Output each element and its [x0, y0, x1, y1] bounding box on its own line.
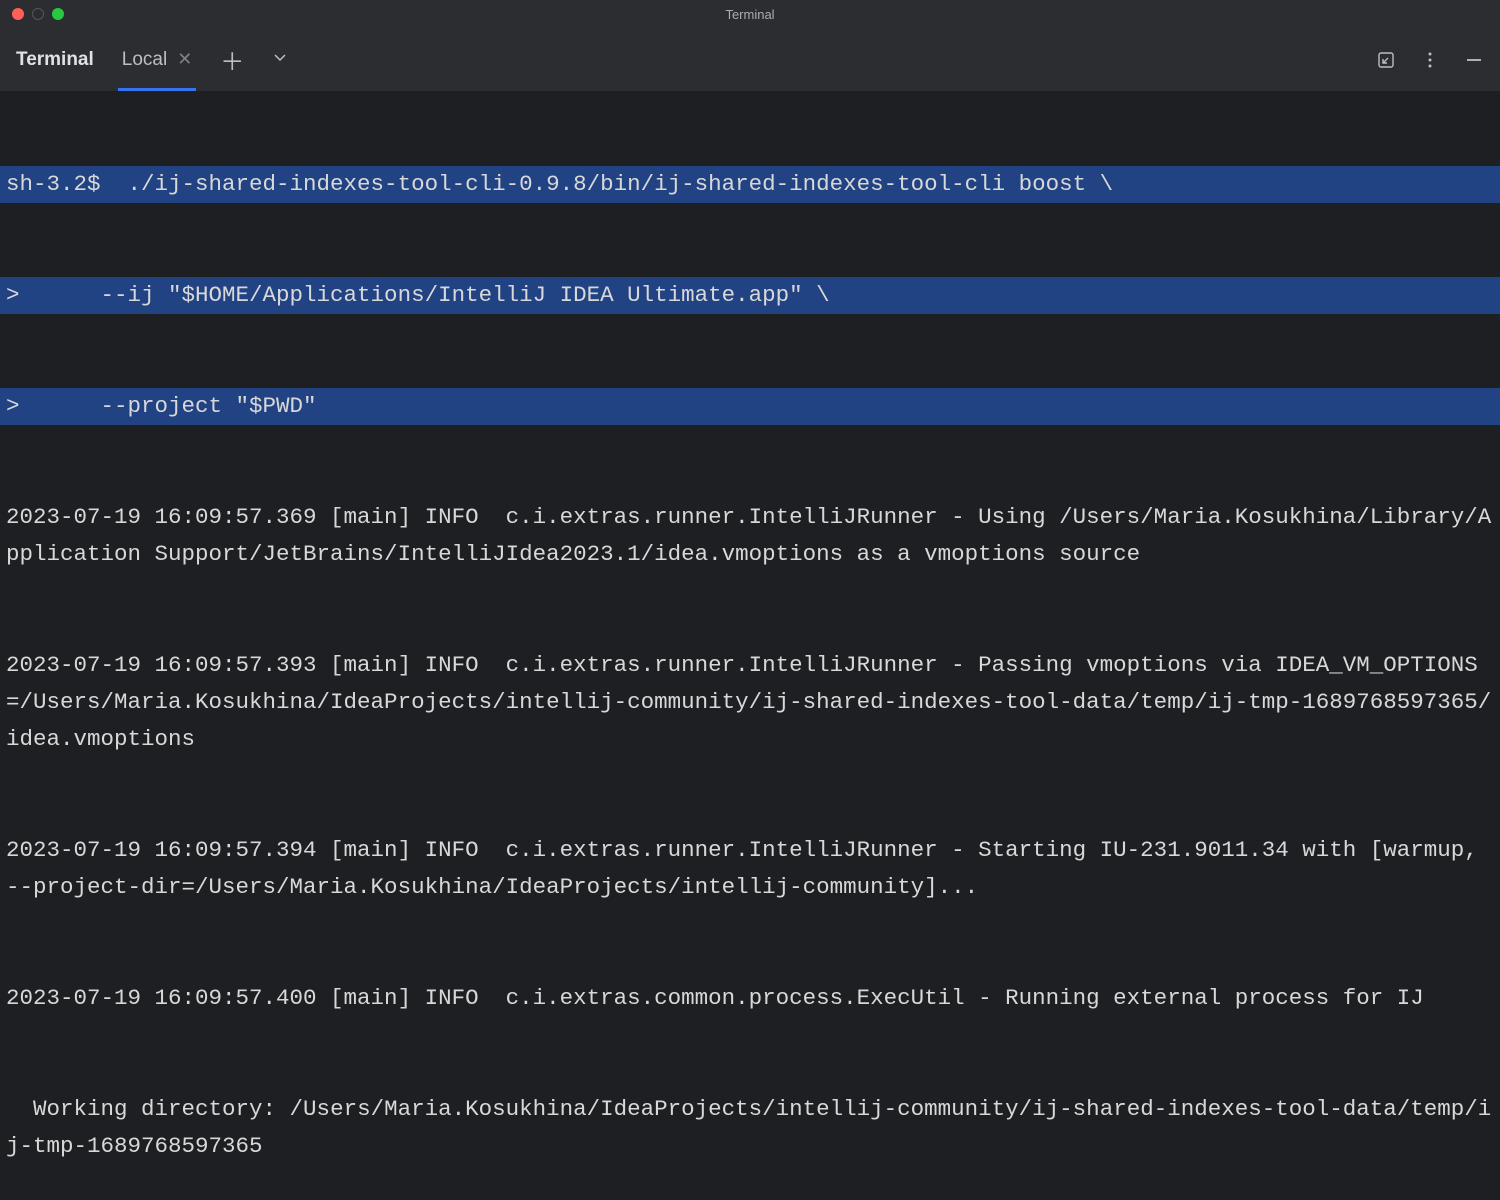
terminal-log-line: Working directory: /Users/Maria.Kosukhin… — [0, 1091, 1500, 1165]
tab-local-label: Local — [122, 49, 167, 71]
terminal-command-line: > --ij "$HOME/Applications/IntelliJ IDEA… — [0, 277, 1500, 314]
window-minimize-button[interactable] — [32, 8, 44, 20]
maximize-panel-icon[interactable] — [1376, 50, 1396, 70]
tab-dropdown-icon[interactable] — [272, 49, 288, 70]
terminal-output[interactable]: sh-3.2$ ./ij-shared-indexes-tool-cli-0.9… — [0, 92, 1500, 1200]
terminal-log-line: 2023-07-19 16:09:57.393 [main] INFO c.i.… — [0, 647, 1500, 758]
terminal-log-line: 2023-07-19 16:09:57.394 [main] INFO c.i.… — [0, 832, 1500, 906]
tab-terminal-label: Terminal — [16, 49, 94, 71]
tab-local[interactable]: Local ✕ — [122, 28, 193, 91]
close-tab-icon[interactable]: ✕ — [177, 49, 192, 70]
tab-terminal[interactable]: Terminal — [16, 28, 94, 91]
terminal-log-line: 2023-07-19 16:09:57.400 [main] INFO c.i.… — [0, 980, 1500, 1017]
window-titlebar: Terminal — [0, 0, 1500, 28]
terminal-log-line: 2023-07-19 16:09:57.369 [main] INFO c.i.… — [0, 499, 1500, 573]
window-maximize-button[interactable] — [52, 8, 64, 20]
hide-panel-icon[interactable] — [1464, 50, 1484, 70]
window-title: Terminal — [725, 7, 774, 22]
window-close-button[interactable] — [12, 8, 24, 20]
terminal-command-line: sh-3.2$ ./ij-shared-indexes-tool-cli-0.9… — [0, 166, 1500, 203]
tab-bar: Terminal Local ✕ ＋ — [0, 28, 1500, 92]
new-tab-button[interactable]: ＋ — [220, 42, 244, 77]
more-options-icon[interactable] — [1420, 50, 1440, 70]
tab-bar-actions — [1376, 50, 1484, 70]
traffic-lights — [0, 8, 64, 20]
terminal-command-line: > --project "$PWD" — [0, 388, 1500, 425]
